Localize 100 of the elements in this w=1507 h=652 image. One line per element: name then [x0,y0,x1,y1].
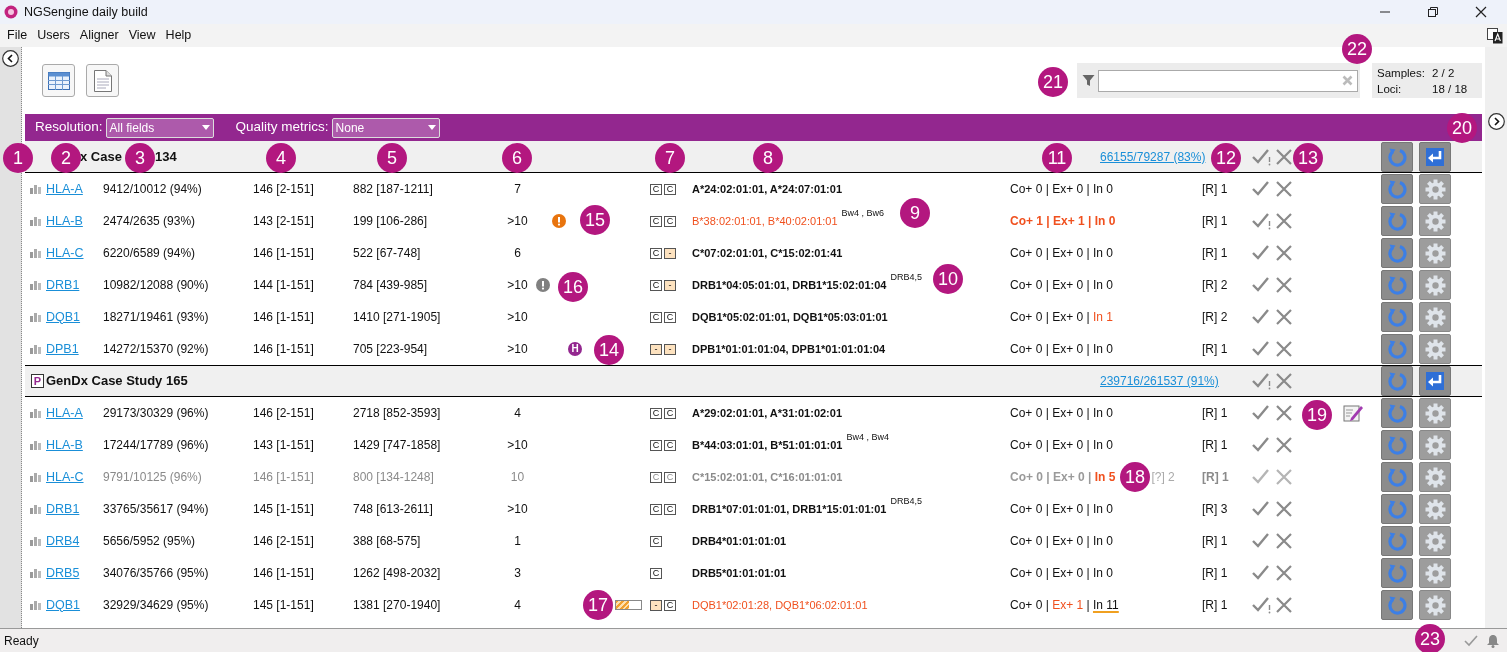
locus-link[interactable]: HLA-A [46,181,83,196]
settings-button[interactable] [1419,334,1451,364]
bar-chart-icon[interactable] [30,184,41,194]
bar-chart-icon[interactable] [30,504,41,514]
settings-icon [1424,530,1446,552]
settings-button[interactable] [1419,590,1451,620]
allele-superscript: Bw4 , Bw6 [841,206,885,220]
checkmark-icon[interactable] [1252,468,1271,486]
status-text: Ready [4,632,39,650]
settings-button[interactable] [1419,270,1451,300]
mismatch-text: In 1 [1092,309,1113,326]
filter-field[interactable] [1098,69,1358,92]
checkmark-warning-icon[interactable] [1252,147,1271,166]
table-view-button[interactable] [42,64,75,97]
locus-link[interactable]: HLA-B [46,437,83,452]
bell-icon[interactable] [1486,633,1500,648]
checkmark-warning-icon[interactable] [1252,212,1271,230]
checkmark-icon[interactable] [1252,500,1271,518]
filter-icon[interactable] [1082,74,1095,87]
menu-item[interactable]: File [7,26,28,45]
locus-link[interactable]: DRB5 [46,565,80,580]
bar-chart-icon[interactable] [30,536,41,546]
note-text: [?] 2 [1151,469,1175,486]
settings-button[interactable] [1419,430,1451,460]
depth-cell: 784 [439-985] [353,278,428,292]
rank-text: [R] 1 [1202,182,1228,196]
close-icon[interactable] [1475,6,1487,18]
translate-icon[interactable] [1487,27,1503,44]
menu-item[interactable]: Users [37,26,70,45]
document-icon [93,69,112,92]
settings-button[interactable] [1419,398,1451,428]
menu-item[interactable]: Help [165,26,192,45]
menu-item[interactable]: Aligner [79,26,119,45]
bar-chart-icon[interactable] [30,568,41,578]
settings-button[interactable] [1419,302,1451,332]
settings-button[interactable] [1419,494,1451,524]
locus-link[interactable]: DQB1 [46,309,81,324]
settings-button[interactable] [1419,238,1451,268]
restore-icon[interactable] [1427,6,1439,18]
menu-item[interactable]: View [128,26,156,45]
length-cell: 146 [2-151] [253,406,314,420]
checkmark-icon[interactable] [1252,564,1271,582]
callout-marker: 9 [900,198,930,228]
collapse-left-icon[interactable] [2,50,19,67]
checkmark-warning-icon[interactable] [1252,372,1271,390]
reads-cell: 9791/10125 (96%) [103,470,202,484]
count-cell: >10 [507,278,528,292]
option-dropdown[interactable]: None [331,117,440,138]
expand-right-icon[interactable] [1488,113,1505,130]
checkmark-icon[interactable] [1252,244,1271,262]
mismatch-text: Co+ 0 | Ex+ 0 | In 0 [1010,533,1113,550]
locus-link[interactable]: HLA-A [46,405,83,420]
bar-chart-icon[interactable] [30,216,41,226]
checkmark-icon[interactable] [1252,404,1271,422]
mismatch-text: Co+ 0 | Ex+ 0 | In 0 [1010,405,1113,422]
locus-link[interactable]: HLA-B [46,213,83,228]
bar-chart-icon[interactable] [30,440,41,450]
bar-chart-icon[interactable] [30,600,41,610]
bar-chart-icon[interactable] [30,312,41,322]
document-view-button[interactable] [86,64,119,97]
bar-chart-icon[interactable] [30,408,41,418]
reads-link[interactable]: 239716/261537 (91%) [1100,374,1219,388]
settings-button[interactable] [1419,206,1451,236]
locus-link[interactable]: HLA-C [46,469,84,484]
clear-icon[interactable] [1342,75,1353,86]
reads-link[interactable]: 66155/79287 (83%) [1100,149,1206,164]
mismatch-text: Co+ 1 | Ex+ 1 | In 0 [1010,213,1116,230]
locus-link[interactable]: DRB4 [46,533,80,548]
checkmark-warning-icon[interactable] [1252,596,1271,614]
locus-link[interactable]: DRB1 [46,501,80,516]
locus-link[interactable]: DRB1 [46,277,80,292]
bar-chart-icon[interactable] [30,248,41,258]
allele-text: A*29:02:01:01, A*31:01:02:01 [692,405,842,421]
edit-icon[interactable] [1343,403,1363,423]
settings-button[interactable] [1419,526,1451,556]
bar-chart-icon[interactable] [30,280,41,290]
option-dropdown[interactable]: All fields [105,117,214,138]
locus-link[interactable]: DQB1 [46,597,81,612]
back-button[interactable] [1419,141,1451,172]
reads-cell: 2474/2635 (93%) [103,214,196,228]
settings-button[interactable] [1419,174,1451,204]
mismatch-text: Co+ 0 | Ex+ 0 | In 0 [1010,437,1113,454]
checkmark-icon[interactable] [1252,276,1271,294]
checkmark-icon[interactable] [1252,308,1271,326]
settings-button[interactable] [1419,558,1451,588]
bar-chart-icon[interactable] [30,344,41,354]
locus-link[interactable]: DPB1 [46,341,79,356]
count-cell: 4 [514,598,521,612]
checkmark-icon[interactable] [1252,436,1271,454]
checkmark-icon[interactable] [1252,340,1271,358]
checkmark-icon[interactable] [1252,180,1271,198]
bar-chart-icon[interactable] [30,472,41,482]
call-box: C [664,471,676,483]
checkmark-icon[interactable] [1464,634,1478,647]
settings-button[interactable] [1419,462,1451,492]
call-box: C [650,439,662,451]
back-button[interactable] [1419,366,1451,396]
locus-link[interactable]: HLA-C [46,245,84,260]
checkmark-icon[interactable] [1252,532,1271,550]
refresh-button[interactable] [1381,141,1413,172]
